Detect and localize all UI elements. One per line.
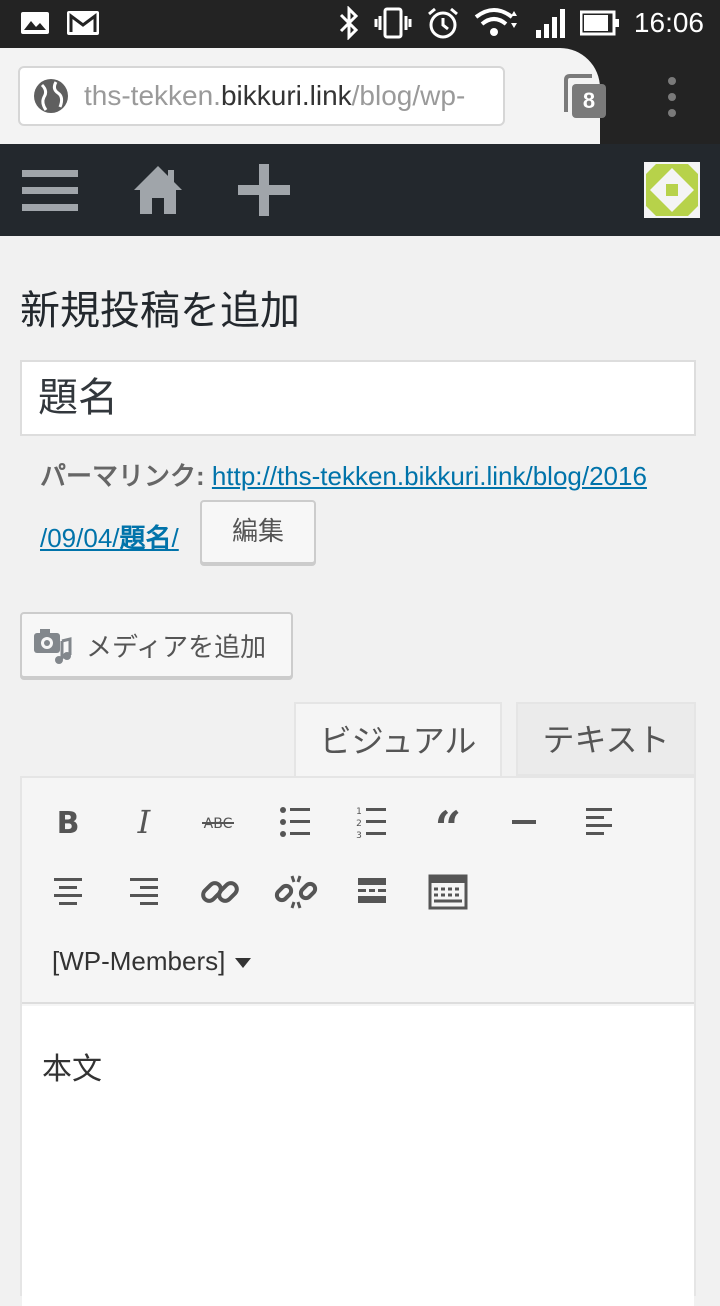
add-media-label: メディアを追加 xyxy=(86,632,267,663)
add-media-button[interactable]: メディアを追加 xyxy=(20,612,293,678)
home-icon[interactable] xyxy=(130,162,186,218)
bluetooth-icon xyxy=(339,6,359,40)
overflow-menu-icon[interactable] xyxy=(660,74,684,120)
caret-down-icon xyxy=(235,958,252,969)
edit-permalink-button[interactable]: 編集 xyxy=(200,500,316,564)
address-bar[interactable]: ths-tekken.bikkuri.link/blog/wp- xyxy=(18,66,505,126)
permalink-url[interactable]: http://ths-tekken.bikkuri.link/blog/2016 xyxy=(212,461,647,491)
signal-icon xyxy=(535,9,565,38)
read-more-icon[interactable] xyxy=(342,862,402,922)
add-media-icon xyxy=(34,629,72,664)
post-title-input[interactable]: 題名 xyxy=(20,360,696,436)
bulleted-list-icon[interactable] xyxy=(266,792,326,852)
align-right-icon[interactable] xyxy=(114,862,174,922)
blockquote-icon[interactable]: “ xyxy=(418,792,478,855)
bold-icon[interactable]: B xyxy=(38,792,98,852)
svg-text:B: B xyxy=(57,806,80,841)
numbered-list-icon[interactable]: 1 2 3 xyxy=(342,792,402,852)
plus-icon[interactable] xyxy=(236,162,292,218)
strikethrough-icon[interactable]: ABC xyxy=(188,792,248,852)
vibrate-icon xyxy=(374,7,412,39)
italic-icon[interactable]: I xyxy=(114,792,174,852)
permalink-slug: 題名 xyxy=(119,523,172,553)
svg-text:3: 3 xyxy=(356,831,362,841)
unlink-icon[interactable] xyxy=(266,862,326,922)
toolbar-toggle-icon[interactable] xyxy=(418,862,478,922)
svg-text:2: 2 xyxy=(356,819,362,829)
align-center-icon[interactable] xyxy=(38,862,98,922)
svg-text:“: “ xyxy=(435,801,461,852)
align-left-icon[interactable] xyxy=(570,792,630,852)
browser-toolbar: ths-tekken.bikkuri.link/blog/wp- 8 xyxy=(0,48,720,144)
permalink-label: パーマリンク: xyxy=(40,461,205,491)
avatar[interactable] xyxy=(644,162,700,218)
gallery-icon xyxy=(21,12,49,34)
tab-text[interactable]: テキスト xyxy=(516,702,696,776)
link-icon[interactable] xyxy=(190,862,250,922)
wifi-icon xyxy=(474,8,517,36)
horizontal-line-icon[interactable] xyxy=(494,792,554,852)
tab-visual[interactable]: ビジュアル xyxy=(294,702,502,778)
menu-icon[interactable] xyxy=(20,162,80,218)
editor-toolbar: B I ABC 1 2 3 “ xyxy=(22,778,694,1004)
wp-admin-bar xyxy=(0,144,720,236)
wp-members-label: [WP-Members] xyxy=(52,946,226,976)
tab-count-badge[interactable]: 8 xyxy=(572,84,606,118)
battery-icon xyxy=(579,10,619,36)
svg-text:1: 1 xyxy=(356,807,362,817)
page-title: 新規投稿を追加 xyxy=(20,288,300,334)
alarm-icon xyxy=(427,7,458,39)
editor-body[interactable]: 本文 xyxy=(22,1006,694,1306)
editor-body-text: 本文 xyxy=(42,1052,102,1087)
post-editor: B I ABC 1 2 3 “ xyxy=(20,776,696,1306)
gmail-icon xyxy=(67,11,99,35)
wp-members-dropdown[interactable]: [WP-Members] xyxy=(52,946,252,977)
status-bar: 16:06 xyxy=(0,0,720,48)
svg-text:I: I xyxy=(137,803,152,841)
permalink-url-continued[interactable]: /09/04/題名/ xyxy=(40,523,179,553)
url-text: ths-tekken.bikkuri.link/blog/wp- xyxy=(84,80,466,111)
clock: 16:06 xyxy=(633,7,704,38)
globe-icon xyxy=(34,79,68,113)
